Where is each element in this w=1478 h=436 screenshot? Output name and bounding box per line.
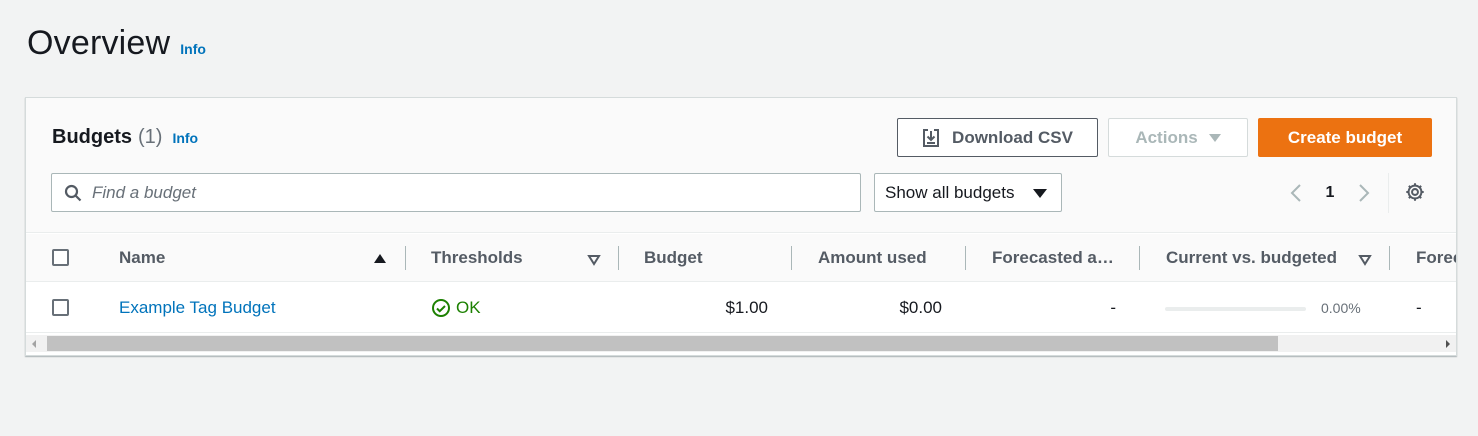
row-checkbox[interactable]: [52, 299, 69, 316]
gear-icon[interactable]: [1404, 181, 1426, 203]
actions-button[interactable]: Actions: [1108, 118, 1248, 157]
download-csv-label: Download CSV: [952, 127, 1073, 147]
create-budget-label: Create budget: [1287, 127, 1403, 147]
table-header: Name Thresholds Budget Amount used Forec…: [26, 234, 1456, 282]
horizontal-scrollbar[interactable]: [26, 335, 1456, 352]
column-budget-label: Budget: [644, 248, 703, 267]
select-all-checkbox[interactable]: [52, 249, 69, 266]
caret-down-icon: [1208, 133, 1221, 142]
pagination-divider: [1388, 173, 1389, 213]
budget-filter-select[interactable]: Show all budgets: [874, 173, 1062, 212]
column-header-amount-used[interactable]: Amount used: [818, 234, 968, 282]
budget-amount-value: $1.00: [725, 298, 768, 317]
budgets-title: Budgets: [52, 126, 132, 148]
budgets-container: Budgets (1) Info Download CSV Actions Cr…: [25, 97, 1457, 356]
column-divider[interactable]: [791, 246, 792, 270]
sort-icon[interactable]: [1358, 253, 1372, 271]
forecasted-amount-value: -: [1110, 298, 1116, 317]
sort-ascending-icon[interactable]: [374, 254, 386, 263]
column-header-budget[interactable]: Budget: [644, 234, 794, 282]
chevron-right-icon[interactable]: [1354, 183, 1374, 203]
budget-filter-value: Show all budgets: [885, 182, 1015, 202]
sort-icon[interactable]: [587, 253, 601, 271]
scrollbar-thumb[interactable]: [47, 336, 1278, 351]
column-divider[interactable]: [1139, 246, 1140, 270]
column-divider[interactable]: [965, 246, 966, 270]
budgets-info-link[interactable]: Info: [172, 130, 198, 146]
budget-name-label: Example Tag Budget: [119, 298, 276, 317]
column-header-current-vs-budgeted[interactable]: Current vs. budgeted: [1166, 234, 1356, 282]
column-divider[interactable]: [1389, 246, 1390, 270]
download-csv-button[interactable]: Download CSV: [897, 118, 1098, 157]
column-amount-used-label: Amount used: [818, 248, 927, 267]
page-info-link[interactable]: Info: [180, 41, 206, 57]
budgets-header: Budgets (1) Info Download CSV Actions Cr…: [26, 98, 1456, 233]
usage-percent: 0.00%: [1321, 300, 1361, 316]
column-forecasted-label: Forecasted a…: [992, 248, 1114, 267]
column-divider[interactable]: [405, 246, 406, 270]
page-title: Overview: [27, 24, 171, 62]
column-header-thresholds[interactable]: Thresholds: [431, 234, 581, 282]
usage-progress-bar: [1165, 307, 1306, 311]
pagination: 1: [1286, 178, 1374, 208]
column-header-forecasted-2[interactable]: Forec: [1416, 234, 1456, 282]
forecasted-amount: -: [992, 283, 1116, 333]
forecasted-2-value: -: [1416, 283, 1422, 333]
table-row: Example Tag Budget OK $1.00 $0.00 - 0.00…: [26, 283, 1456, 333]
column-divider[interactable]: [618, 246, 619, 270]
caret-down-icon: [1033, 189, 1047, 198]
column-name-label: Name: [119, 248, 166, 267]
column-thresholds-label: Thresholds: [431, 248, 523, 267]
threshold-status: OK: [431, 283, 481, 333]
search-icon: [64, 184, 82, 202]
create-budget-button[interactable]: Create budget: [1258, 118, 1432, 157]
column-header-forecasted[interactable]: Forecasted a…: [992, 234, 1132, 282]
scroll-left-icon[interactable]: [32, 340, 36, 348]
check-circle-icon: [431, 298, 456, 318]
page-header: Overview Info: [27, 24, 206, 63]
search-box: [51, 173, 861, 212]
amount-used-value: $0.00: [899, 298, 942, 317]
scroll-right-icon[interactable]: [1446, 340, 1450, 348]
budgets-count: (1): [138, 126, 163, 148]
column-forecasted-2-label: Forec: [1416, 248, 1456, 267]
download-icon: [922, 128, 952, 147]
budget-name-link[interactable]: Example Tag Budget: [119, 283, 276, 333]
budgets-heading: Budgets (1) Info: [52, 126, 198, 149]
page-number[interactable]: 1: [1306, 184, 1354, 202]
chevron-left-icon[interactable]: [1286, 183, 1306, 203]
forecasted-2-label: -: [1416, 298, 1422, 317]
column-header-name[interactable]: Name: [119, 234, 319, 282]
amount-used: $0.00: [818, 283, 942, 333]
budget-amount: $1.00: [644, 283, 768, 333]
search-input[interactable]: [92, 182, 792, 203]
column-current-vs-budgeted-label: Current vs. budgeted: [1166, 248, 1337, 267]
actions-label: Actions: [1135, 127, 1198, 147]
threshold-status-label: OK: [456, 298, 481, 317]
